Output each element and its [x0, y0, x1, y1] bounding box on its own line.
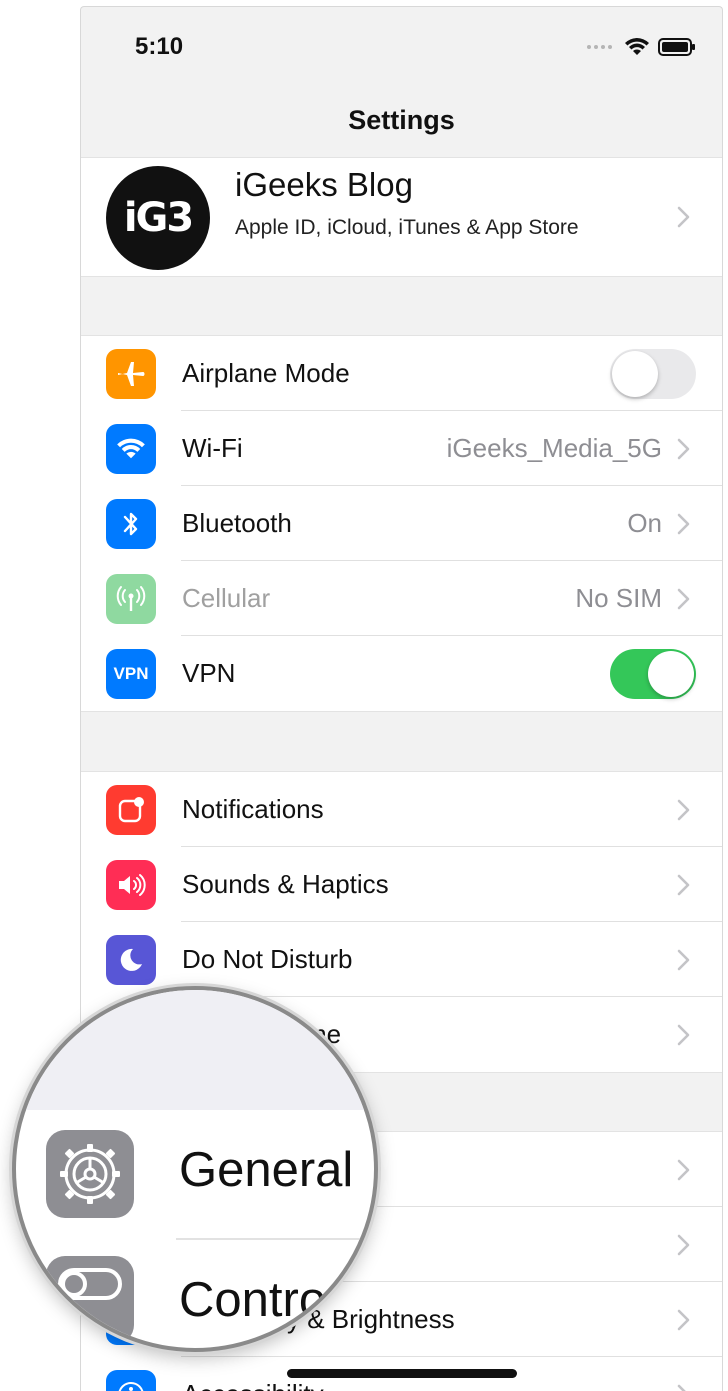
profile-name: iGeeks Blog [235, 166, 413, 203]
magnified-group-gap [16, 990, 374, 1110]
avatar: iG3 [106, 166, 210, 270]
speaker-icon [106, 860, 156, 910]
row-label: VPN [182, 658, 236, 688]
profile-row[interactable]: iG3 iGeeks Blog Apple ID, iCloud, iTunes… [81, 158, 722, 276]
notifications-icon [106, 785, 156, 835]
row-sounds-haptics[interactable]: Sounds & Haptics [81, 847, 722, 922]
chevron-right-icon [677, 588, 690, 610]
chevron-right-icon [677, 1309, 690, 1331]
moon-icon [106, 935, 156, 985]
profile-subtitle: Apple ID, iCloud, iTunes & App Store [235, 216, 579, 239]
chevron-right-icon [677, 1159, 690, 1181]
row-airplane-mode[interactable]: Airplane Mode [81, 336, 722, 411]
chevron-right-icon [677, 513, 690, 535]
chevron-right-icon [677, 799, 690, 821]
home-indicator [287, 1369, 517, 1378]
row-label: Accessibility [182, 1379, 324, 1391]
row-cellular[interactable]: Cellular No SIM [81, 561, 722, 636]
row-label: Cellular [182, 583, 271, 613]
magnified-separator [176, 1238, 374, 1240]
magnified-general-label: General [179, 1143, 354, 1197]
gear-icon [46, 1130, 134, 1218]
status-time: 5:10 [135, 33, 184, 60]
airplane-mode-toggle[interactable] [610, 349, 696, 399]
chevron-right-icon [677, 1024, 690, 1046]
bluetooth-icon [106, 499, 156, 549]
chevron-right-icon [677, 206, 690, 228]
cellular-dots-icon [587, 45, 612, 49]
row-label: Airplane Mode [182, 358, 350, 388]
battery-icon [658, 38, 695, 56]
profile-group: iG3 iGeeks Blog Apple ID, iCloud, iTunes… [81, 157, 722, 277]
cellular-antenna-icon [106, 574, 156, 624]
switches-icon [46, 1256, 134, 1344]
chevron-right-icon [677, 949, 690, 971]
row-notifications[interactable]: Notifications [81, 772, 722, 847]
row-value: No SIM [575, 583, 662, 613]
wifi-icon [106, 424, 156, 474]
magnified-control-label: Contro [179, 1273, 327, 1327]
chevron-right-icon [677, 438, 690, 460]
row-wifi[interactable]: Wi-Fi iGeeks_Media_5G [81, 411, 722, 486]
row-value: iGeeks_Media_5G [446, 433, 662, 463]
row-bluetooth[interactable]: Bluetooth On [81, 486, 722, 561]
row-vpn[interactable]: VPN VPN [81, 636, 722, 711]
vpn-toggle[interactable] [610, 649, 696, 699]
navigation-bar: Settings [81, 87, 722, 157]
connectivity-group: Airplane Mode Wi-Fi iGeeks_Media_5G Blue… [81, 335, 722, 712]
wifi-icon [625, 38, 649, 55]
row-label: Bluetooth [182, 508, 292, 538]
row-label: Do Not Disturb [182, 944, 353, 974]
airplane-icon [106, 349, 156, 399]
chevron-right-icon [677, 1234, 690, 1256]
row-label: Wi-Fi [182, 433, 243, 463]
row-value: On [627, 508, 662, 538]
accessibility-icon [106, 1370, 156, 1391]
row-label: Notifications [182, 794, 324, 824]
row-label: Sounds & Haptics [182, 869, 389, 899]
vpn-icon: VPN [106, 649, 156, 699]
magnifier-lens: General Contro [12, 986, 378, 1352]
row-do-not-disturb[interactable]: Do Not Disturb [81, 922, 722, 997]
status-icons [586, 37, 696, 57]
chevron-right-icon [677, 874, 690, 896]
status-bar: 5:10 [81, 7, 722, 87]
page-title: Settings [348, 105, 455, 135]
